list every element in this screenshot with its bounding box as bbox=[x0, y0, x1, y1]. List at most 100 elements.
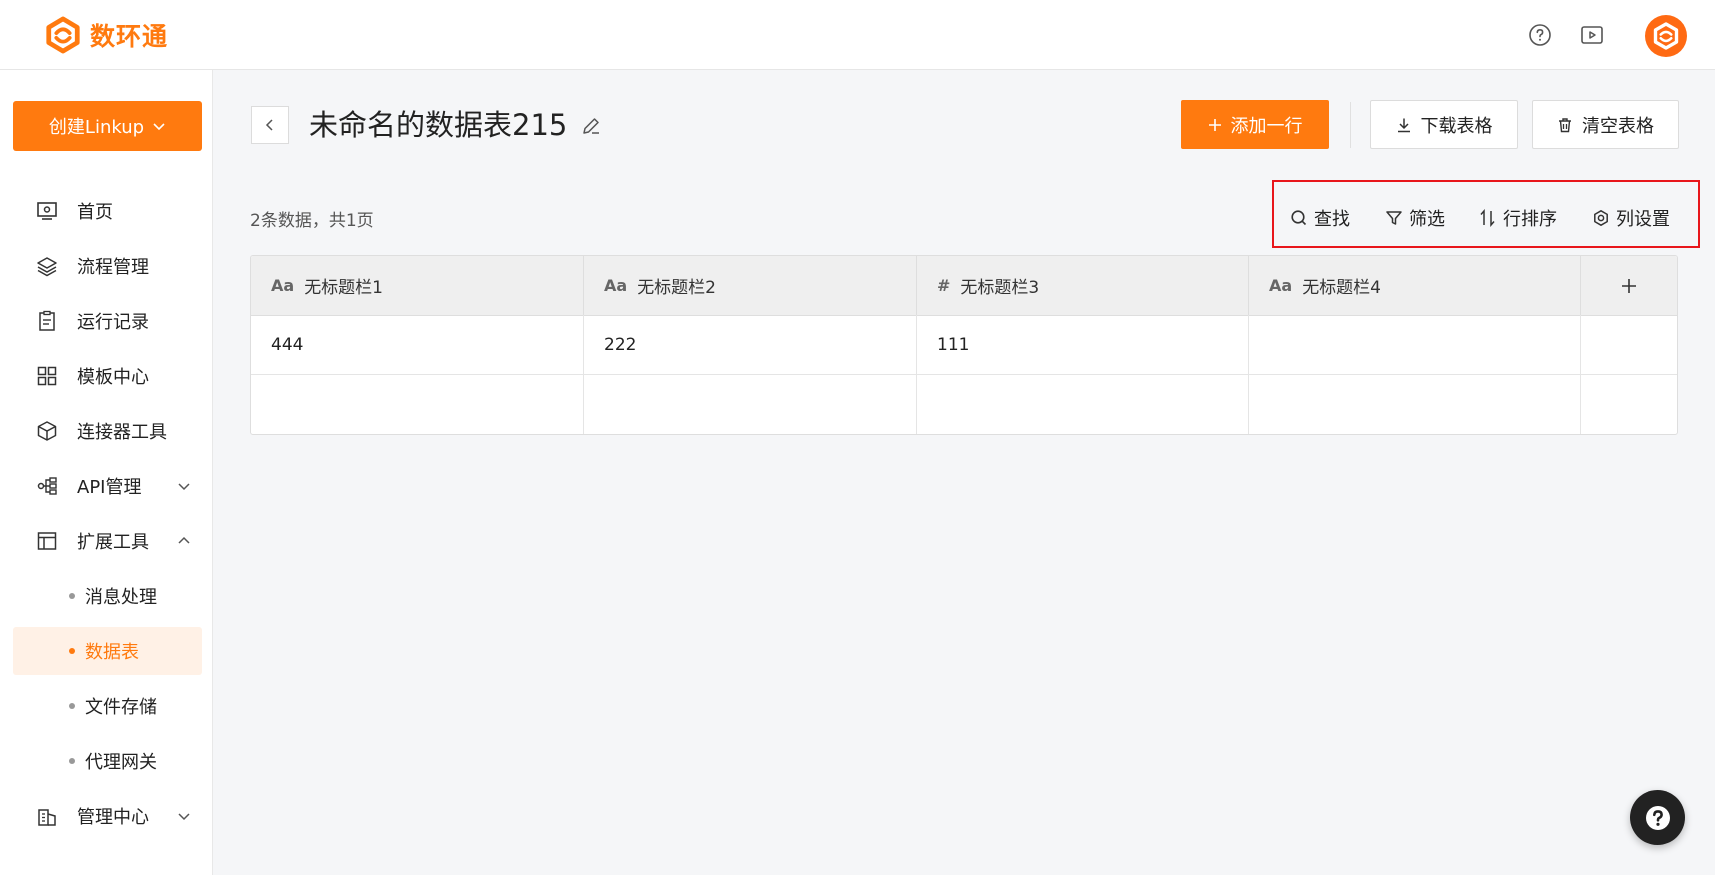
edit-pencil-icon[interactable] bbox=[580, 115, 602, 137]
building-icon bbox=[35, 804, 59, 828]
sidebar-item-label: 模板中心 bbox=[77, 367, 149, 388]
filter-icon bbox=[1386, 211, 1402, 225]
column-header[interactable]: Aa 无标题栏2 bbox=[584, 256, 917, 315]
video-icon[interactable] bbox=[1579, 22, 1605, 48]
sidebar-item-home[interactable]: 首页 bbox=[13, 187, 202, 235]
sidebar-item-connectors[interactable]: 连接器工具 bbox=[13, 407, 202, 455]
chevron-down-icon bbox=[153, 123, 165, 131]
download-table-button[interactable]: 下载表格 bbox=[1370, 100, 1518, 149]
trash-icon bbox=[1559, 117, 1571, 132]
sidebar-item-flows[interactable]: 流程管理 bbox=[13, 242, 202, 290]
table-row: 444 222 111 bbox=[251, 315, 1677, 375]
sidebar-subitem-proxy-gateway[interactable]: 代理网关 bbox=[13, 737, 202, 785]
brand-name: 数环通 bbox=[90, 22, 169, 51]
bullet-dot bbox=[69, 703, 75, 709]
help-fab-button[interactable] bbox=[1630, 790, 1685, 845]
sidebar-subitem-label: 消息处理 bbox=[85, 587, 157, 608]
gear-icon bbox=[1594, 210, 1608, 226]
brand-logo-icon bbox=[46, 16, 80, 54]
sidebar-item-extensions[interactable]: 扩展工具 bbox=[13, 517, 202, 565]
table-cell[interactable]: 111 bbox=[917, 315, 1249, 374]
chevron-left-icon bbox=[265, 119, 273, 131]
column-header-label: 无标题栏4 bbox=[1302, 278, 1382, 298]
clipboard-icon bbox=[35, 309, 59, 333]
brand-logo[interactable]: 数环通 bbox=[44, 16, 168, 54]
layers-icon bbox=[35, 254, 59, 278]
help-circle-icon[interactable] bbox=[1527, 22, 1553, 48]
download-icon bbox=[1397, 118, 1410, 132]
sort-rows-button[interactable]: 行排序 bbox=[1479, 206, 1557, 230]
column-header-label: 无标题栏3 bbox=[960, 278, 1040, 298]
sidebar-item-label: 运行记录 bbox=[77, 312, 149, 333]
table-header: Aa 无标题栏1 Aa 无标题栏2 # 无标题栏3 Aa 无标题栏4 bbox=[251, 256, 1677, 316]
sidebar-item-label: API管理 bbox=[77, 477, 142, 498]
sidebar-item-label: 流程管理 bbox=[77, 257, 149, 278]
top-bar: 数环通 bbox=[0, 0, 1715, 70]
sidebar-subitem-label: 数据表 bbox=[85, 642, 139, 663]
sidebar-item-label: 首页 bbox=[77, 202, 113, 223]
avatar-logo-icon bbox=[1653, 22, 1679, 50]
column-header[interactable]: Aa 无标题栏1 bbox=[251, 256, 584, 315]
filter-button[interactable]: 筛选 bbox=[1385, 206, 1445, 230]
column-header[interactable]: # 无标题栏3 bbox=[917, 256, 1249, 315]
search-button[interactable]: 查找 bbox=[1290, 206, 1350, 230]
grid-icon bbox=[35, 364, 59, 388]
back-button[interactable] bbox=[251, 106, 289, 144]
layout-icon bbox=[35, 529, 59, 553]
sidebar-item-label: 管理中心 bbox=[77, 807, 149, 828]
add-column-button[interactable] bbox=[1581, 256, 1677, 315]
sidebar-subitem-messages[interactable]: 消息处理 bbox=[13, 572, 202, 620]
sidebar-subitem-file-storage[interactable]: 文件存储 bbox=[13, 682, 202, 730]
bullet-dot bbox=[69, 758, 75, 764]
create-linkup-button[interactable]: 创建Linkup bbox=[13, 101, 202, 151]
column-header-label: 无标题栏1 bbox=[304, 278, 384, 298]
table-cell[interactable] bbox=[251, 375, 584, 434]
bullet-dot bbox=[69, 648, 75, 654]
monitor-icon bbox=[35, 199, 59, 223]
sidebar-item-api[interactable]: API管理 bbox=[13, 462, 202, 510]
table-cell[interactable]: 222 bbox=[584, 315, 917, 374]
sidebar-item-templates[interactable]: 模板中心 bbox=[13, 352, 202, 400]
sidebar-item-run-logs[interactable]: 运行记录 bbox=[13, 297, 202, 345]
sidebar-subitem-datatable[interactable]: 数据表 bbox=[13, 627, 202, 675]
table-row bbox=[251, 375, 1677, 434]
avatar[interactable] bbox=[1645, 15, 1687, 57]
table-cell[interactable] bbox=[584, 375, 917, 434]
text-type-icon: Aa bbox=[1269, 276, 1293, 295]
sidebar: 创建Linkup 首页 流程管理 运行记录 模板中心 连接器工具 API管理 扩… bbox=[0, 70, 213, 875]
table-cell[interactable] bbox=[1249, 375, 1581, 434]
plus-icon bbox=[1622, 278, 1636, 293]
sort-rows-label: 行排序 bbox=[1503, 209, 1557, 230]
text-type-icon: Aa bbox=[271, 276, 295, 295]
record-count: 2条数据，共1页 bbox=[250, 211, 374, 231]
sidebar-item-label: 连接器工具 bbox=[77, 422, 167, 443]
help-icon bbox=[1645, 805, 1670, 830]
download-table-label: 下载表格 bbox=[1420, 115, 1493, 137]
chevron-down-icon bbox=[178, 483, 190, 491]
bullet-dot bbox=[69, 593, 75, 599]
number-type-icon: # bbox=[937, 276, 951, 295]
create-linkup-label: 创建Linkup bbox=[48, 117, 145, 138]
sidebar-item-admin[interactable]: 管理中心 bbox=[13, 792, 202, 840]
plus-icon bbox=[1208, 118, 1221, 131]
sidebar-subitem-label: 代理网关 bbox=[85, 752, 157, 773]
toolbar-divider bbox=[1350, 102, 1351, 148]
data-table: Aa 无标题栏1 Aa 无标题栏2 # 无标题栏3 Aa 无标题栏4 444 2… bbox=[250, 255, 1678, 435]
add-row-button[interactable]: 添加一行 bbox=[1181, 100, 1329, 149]
search-icon bbox=[1291, 210, 1307, 226]
sidebar-item-label: 扩展工具 bbox=[77, 532, 149, 553]
cube-icon bbox=[35, 419, 59, 443]
column-settings-label: 列设置 bbox=[1616, 209, 1670, 230]
table-cell[interactable] bbox=[1249, 315, 1581, 374]
column-settings-button[interactable]: 列设置 bbox=[1592, 206, 1670, 230]
page-title: 未命名的数据表215 bbox=[309, 108, 568, 142]
table-cell[interactable]: 444 bbox=[251, 315, 584, 374]
clear-table-button[interactable]: 清空表格 bbox=[1532, 100, 1679, 149]
column-header[interactable]: Aa 无标题栏4 bbox=[1249, 256, 1581, 315]
chevron-down-icon bbox=[178, 813, 190, 821]
chevron-up-icon bbox=[178, 536, 190, 544]
network-icon bbox=[35, 474, 59, 498]
sort-icon bbox=[1480, 209, 1495, 227]
table-cell[interactable] bbox=[917, 375, 1249, 434]
text-type-icon: Aa bbox=[604, 276, 628, 295]
